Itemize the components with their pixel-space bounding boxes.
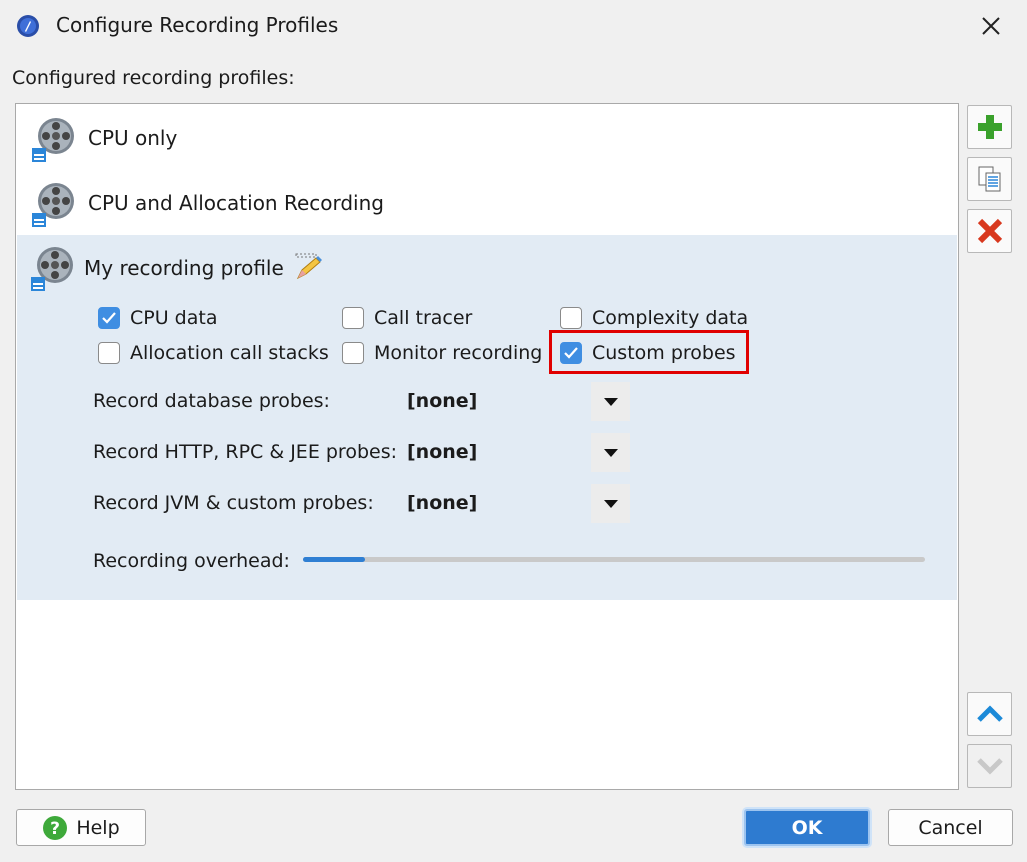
profile-label: CPU only bbox=[88, 126, 178, 150]
ok-button[interactable]: OK bbox=[744, 809, 870, 846]
cpu-data-label: CPU data bbox=[130, 307, 218, 329]
allocation-call-stacks-label: Allocation call stacks bbox=[130, 342, 329, 364]
cancel-button[interactable]: Cancel bbox=[888, 809, 1013, 846]
svg-text:?: ? bbox=[50, 819, 60, 839]
jvm-probes-value[interactable]: [none] bbox=[407, 492, 477, 514]
app-icon bbox=[16, 14, 40, 38]
window-title: Configure Recording Profiles bbox=[56, 13, 339, 37]
profile-item[interactable]: CPU and Allocation Recording bbox=[16, 171, 958, 235]
film-reel-icon bbox=[32, 183, 74, 227]
copy-button[interactable] bbox=[967, 157, 1012, 201]
edit-pencil-icon[interactable] bbox=[294, 252, 324, 282]
monitor-recording-checkbox[interactable]: Monitor recording bbox=[342, 342, 542, 364]
complexity-data-label: Complexity data bbox=[592, 307, 749, 329]
delete-icon bbox=[977, 218, 1002, 244]
http-probes-dropdown[interactable] bbox=[591, 433, 630, 472]
monitor-recording-label: Monitor recording bbox=[374, 342, 543, 364]
add-button[interactable] bbox=[967, 105, 1012, 149]
close-icon[interactable] bbox=[976, 11, 1006, 41]
ok-label: OK bbox=[791, 816, 823, 839]
profile-label: CPU and Allocation Recording bbox=[88, 191, 384, 215]
database-probes-label: Record database probes: bbox=[93, 390, 330, 412]
call-tracer-label: Call tracer bbox=[374, 307, 473, 329]
move-up-icon bbox=[976, 705, 1003, 722]
title-bar: Configure Recording Profiles bbox=[0, 0, 1027, 54]
move-down-button[interactable] bbox=[967, 744, 1012, 788]
dropdown-arrow-icon bbox=[603, 397, 618, 406]
cancel-label: Cancel bbox=[918, 816, 983, 839]
dropdown-arrow-icon bbox=[603, 448, 618, 457]
http-probes-value[interactable]: [none] bbox=[407, 441, 477, 463]
section-label: Configured recording profiles: bbox=[12, 67, 295, 89]
copy-icon bbox=[978, 166, 1000, 192]
dropdown-arrow-icon bbox=[603, 499, 618, 508]
film-reel-icon bbox=[32, 118, 74, 162]
add-icon bbox=[977, 115, 1002, 139]
profile-list[interactable]: CPU only CPU and Allocation Recording My… bbox=[15, 103, 959, 790]
film-reel-icon bbox=[31, 247, 73, 291]
checkmark-icon bbox=[98, 307, 120, 329]
highlight-box bbox=[549, 330, 749, 374]
complexity-data-checkbox[interactable]: Complexity data bbox=[560, 307, 748, 329]
call-tracer-checkbox[interactable]: Call tracer bbox=[342, 307, 472, 329]
move-up-button[interactable] bbox=[967, 692, 1012, 736]
help-icon: ? bbox=[43, 815, 68, 840]
move-down-icon bbox=[976, 758, 1003, 775]
database-probes-dropdown[interactable] bbox=[591, 382, 630, 421]
help-button[interactable]: ? Help bbox=[16, 809, 146, 846]
overhead-label: Recording overhead: bbox=[93, 550, 290, 572]
overhead-bar bbox=[303, 557, 925, 562]
allocation-call-stacks-checkbox[interactable]: Allocation call stacks bbox=[98, 342, 329, 364]
database-probes-value[interactable]: [none] bbox=[407, 390, 477, 412]
help-label: Help bbox=[76, 816, 120, 839]
overhead-bar-fill bbox=[303, 557, 366, 562]
http-probes-label: Record HTTP, RPC & JEE probes: bbox=[93, 441, 397, 463]
cpu-data-checkbox[interactable]: CPU data bbox=[98, 307, 217, 329]
delete-button[interactable] bbox=[967, 209, 1012, 253]
profile-item-selected[interactable]: My recording profile CPU data Call trace… bbox=[17, 235, 957, 600]
jvm-probes-label: Record JVM & custom probes: bbox=[93, 492, 374, 514]
jvm-probes-dropdown[interactable] bbox=[591, 484, 630, 523]
profile-label: My recording profile bbox=[84, 256, 284, 280]
profile-item[interactable]: CPU only bbox=[16, 106, 958, 170]
